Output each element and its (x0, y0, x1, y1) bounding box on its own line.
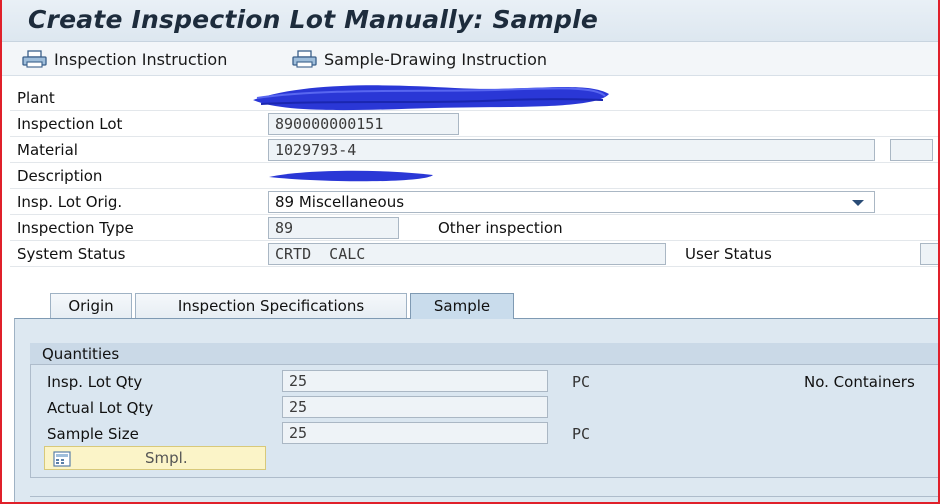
tab-origin[interactable]: Origin (50, 293, 132, 319)
tab-strip: Origin Inspection Specifications Sample (14, 293, 940, 319)
no-containers-label: No. Containers (804, 373, 915, 391)
window-title: Create Inspection Lot Manually: Sample (28, 5, 599, 34)
insp-lot-qty-unit: PC (572, 373, 591, 391)
description-label: Description (17, 167, 103, 185)
plant-label: Plant (17, 89, 55, 107)
redaction-scribble (253, 85, 609, 111)
tab-inspection-specifications[interactable]: Inspection Specifications (135, 293, 407, 319)
user-status-label: User Status (685, 245, 772, 263)
insp-lot-orig-row: Insp. Lot Orig. 89 Miscellaneous (10, 190, 940, 215)
inspection-type-text: Other inspection (438, 219, 563, 237)
smpl-button[interactable]: Smpl. (44, 446, 266, 470)
material-label: Material (17, 141, 78, 159)
inspection-instruction-label: Inspection Instruction (54, 49, 228, 69)
inspection-lot-field[interactable]: 890000000151 (268, 113, 459, 135)
system-status-row: System Status CRTD CALC User Status (10, 242, 940, 267)
quantities-title: Quantities (42, 345, 120, 363)
inspection-instruction-button[interactable]: Inspection Instruction (22, 48, 227, 70)
title-bar: Create Inspection Lot Manually: Sample (0, 0, 940, 42)
printer-icon (292, 50, 317, 68)
inspection-lot-row: Inspection Lot 890000000151 (10, 112, 940, 137)
inspection-type-field[interactable]: 89 (268, 217, 399, 239)
sample-drawing-instruction-label: Sample-Drawing Instruction (324, 49, 548, 69)
insp-lot-orig-value: 89 Miscellaneous (275, 193, 405, 211)
description-row: Description (10, 164, 940, 189)
tab-sample[interactable]: Sample (410, 293, 514, 319)
insp-lot-qty-field[interactable]: 25 (282, 370, 548, 392)
inspection-lot-label: Inspection Lot (17, 115, 123, 133)
application-toolbar: Inspection Instruction Sample-Drawing In… (0, 42, 940, 76)
redaction-scribble-description (269, 170, 433, 182)
system-status-field[interactable]: CRTD CALC (268, 243, 666, 265)
printer-icon (22, 50, 47, 68)
calculator-icon (53, 451, 71, 467)
inspection-type-label: Inspection Type (17, 219, 134, 237)
insp-lot-orig-label: Insp. Lot Orig. (17, 193, 123, 211)
sample-size-unit: PC (572, 425, 591, 443)
material-field[interactable]: 1029793-4 (268, 139, 875, 161)
dropdown-arrow-icon[interactable] (852, 200, 864, 206)
insp-lot-orig-dropdown[interactable]: 89 Miscellaneous (268, 191, 875, 213)
user-status-field[interactable] (920, 243, 940, 265)
material-extra-field[interactable] (890, 139, 933, 161)
insp-lot-qty-label: Insp. Lot Qty (47, 373, 143, 391)
material-row: Material 1029793-4 (10, 138, 940, 163)
actual-lot-qty-label: Actual Lot Qty (47, 399, 154, 417)
smpl-button-label: Smpl. (145, 449, 188, 467)
next-group-border (30, 496, 940, 497)
sample-size-label: Sample Size (47, 425, 139, 443)
system-status-label: System Status (17, 245, 126, 263)
inspection-type-row: Inspection Type 89 Other inspection (10, 216, 940, 241)
sample-drawing-instruction-button[interactable]: Sample-Drawing Instruction (292, 48, 547, 70)
quantities-group-header: Quantities (30, 343, 940, 365)
sample-size-field[interactable]: 25 (282, 422, 548, 444)
actual-lot-qty-field[interactable]: 25 (282, 396, 548, 418)
